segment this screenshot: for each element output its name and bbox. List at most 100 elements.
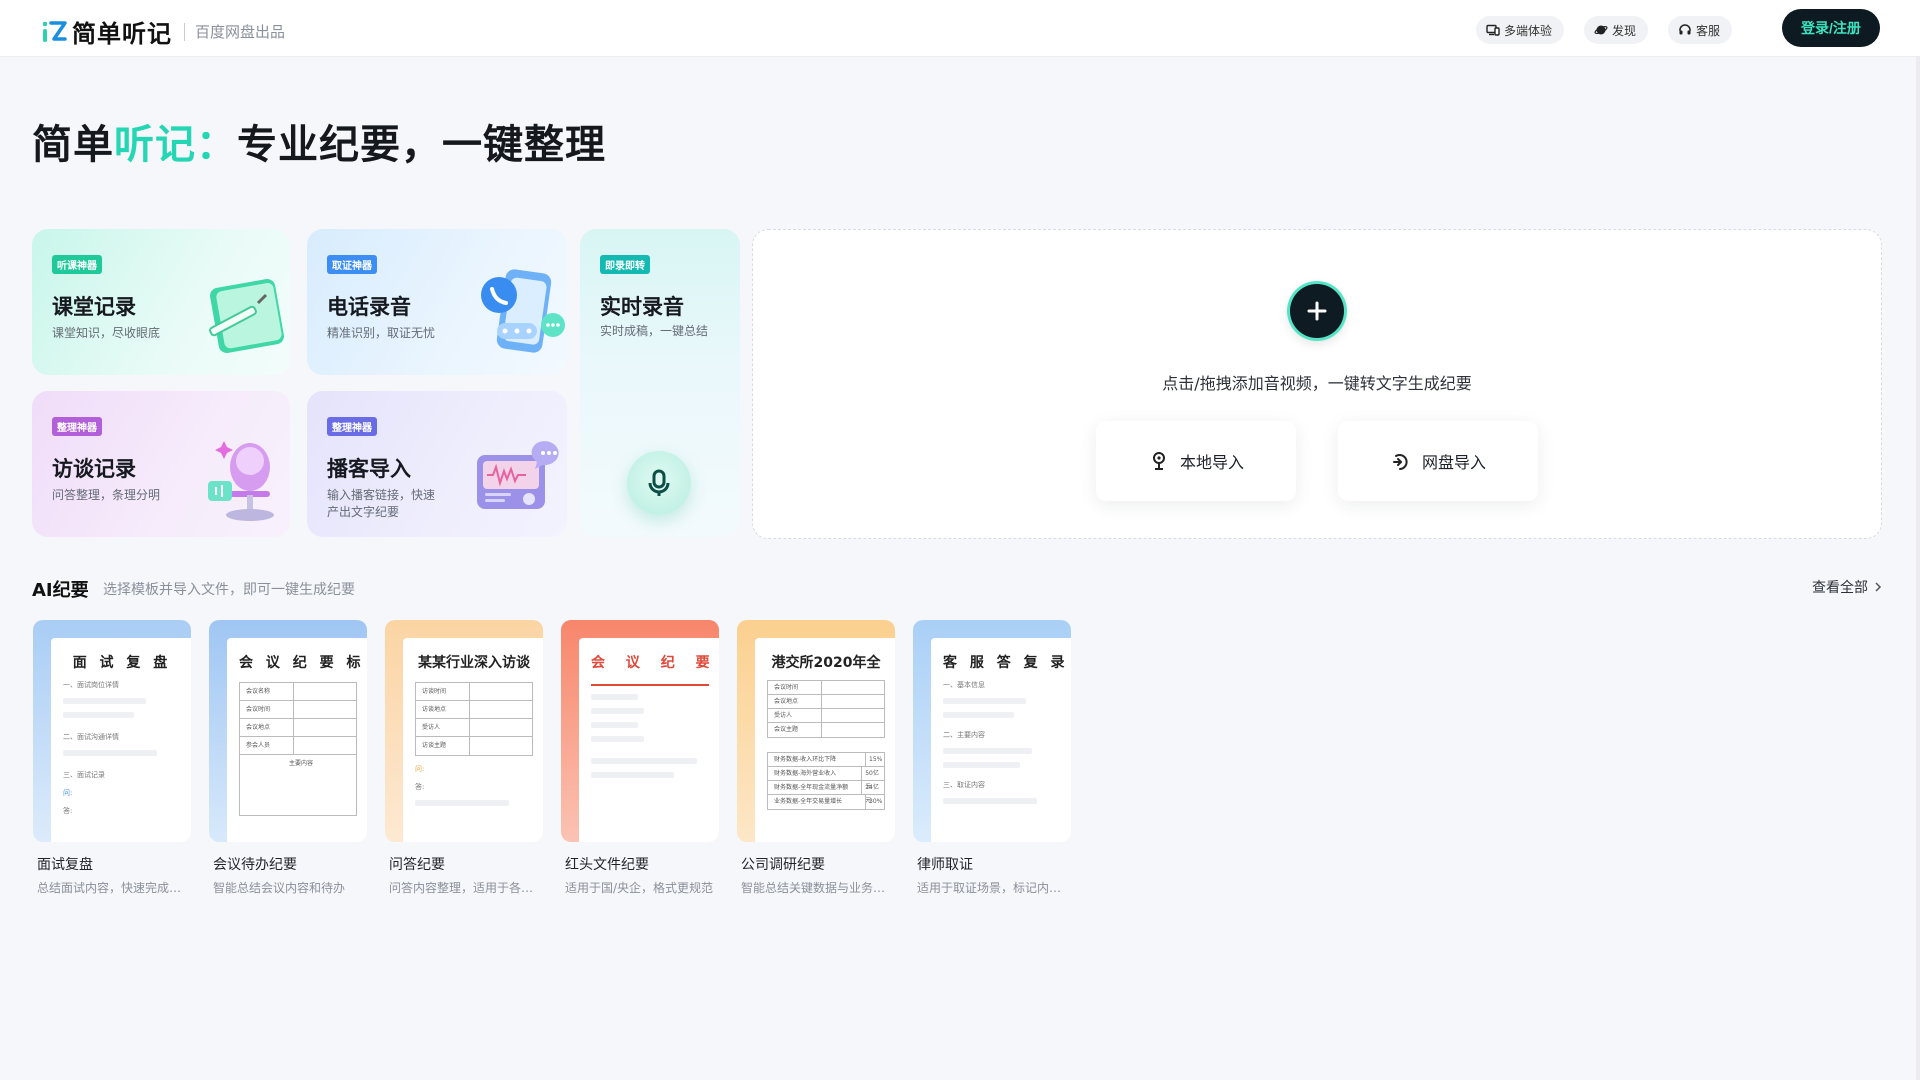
thumb-red-rule	[591, 684, 709, 686]
thumb-cell: 14亿元	[865, 784, 879, 804]
feature-card-live-recording[interactable]: 即录即转 实时录音 实时成稿，一键总结	[580, 229, 740, 537]
thumb-table-note: 主要内容	[288, 760, 313, 767]
template-card-red-header[interactable]: 会 议 纪 要 红头文件纪要 适用于国/央企，格式更规范	[561, 620, 719, 896]
thumb-cell: 会议地点	[774, 695, 822, 708]
template-desc: 智能总结关键数据与业务信息	[741, 881, 895, 895]
feature-desc: 课堂知识，尽收眼底	[52, 326, 161, 340]
add-file-button[interactable]	[1290, 284, 1344, 338]
template-thumbnail: 港交所2020年全 会议时间 会议地点 受访人 会议主题 财务数据-收入环比下降…	[737, 620, 895, 842]
thumb-table: 会议名称 会议时间 会议地点 参会人员 主要内容	[239, 682, 357, 816]
template-thumbnail: 会 议 纪 要	[561, 620, 719, 842]
feature-card-podcast-import[interactable]: 整理神器 播客导入 输入播客链接，快速 产出文字纪要	[307, 391, 567, 537]
logo-mark-icon	[43, 20, 67, 42]
top-header: 简单听记 百度网盘出品 多端体验 发现 客服 登录/注册	[0, 0, 1920, 56]
template-paper: 某某行业深入访谈 访谈时间 访谈地点 受访人 访谈主题 问: 答:	[403, 638, 543, 842]
phone-call-icon	[481, 269, 565, 353]
thumb-table-row: 访谈时间	[416, 683, 532, 701]
netdisk-import-button[interactable]: 网盘导入	[1338, 421, 1538, 501]
thumb-table-row: 财务数据-海外营业收入 50亿元	[768, 767, 884, 790]
thumb-table-row: 受访人	[416, 719, 532, 737]
feature-desc: 精准识别，取证无忧	[327, 326, 436, 340]
thumb-table-row: 业务数据-全年交易量增长 30%	[768, 795, 884, 809]
thumb-table-row: 会议地点	[768, 695, 884, 709]
hero-title-part3: 专业纪要，一键整理	[237, 122, 606, 168]
headset-icon	[1679, 24, 1691, 35]
ai-section-title: AI纪要	[32, 580, 89, 601]
local-import-button[interactable]: 本地导入	[1096, 421, 1296, 501]
thumb-line	[591, 736, 645, 742]
template-paper: 港交所2020年全 会议时间 会议地点 受访人 会议主题 财务数据-收入环比下降…	[755, 638, 895, 842]
feature-desc-line2: 产出文字纪要	[327, 505, 400, 519]
support-button[interactable]: 客服	[1668, 16, 1733, 44]
view-all-label: 查看全部	[1812, 580, 1868, 596]
hero-title-accent: 听记：	[114, 122, 237, 168]
logo-text: 简单听记	[72, 20, 172, 48]
feature-badge: 整理神器	[52, 417, 102, 436]
template-card-interview-review[interactable]: 面 试 复 盘 一、面试岗位详情 二、面试沟通详情 三、面试记录 问: 答: 面…	[33, 620, 191, 896]
thumb-cell: 会议主题	[774, 723, 822, 737]
page-scrollbar[interactable]	[1916, 56, 1920, 1080]
planet-icon	[1594, 25, 1608, 35]
thumb-title: 某某行业深入访谈	[418, 655, 530, 671]
thumb-table-row: 会议时间	[240, 701, 356, 719]
template-desc: 适用于取证场景，标记内容...	[917, 881, 1071, 895]
thumb-cell: 参会人员	[246, 737, 294, 754]
thumb-table-row: 会议地点	[240, 719, 356, 737]
thumb-line	[63, 698, 146, 704]
notebook-pen-icon	[209, 279, 284, 353]
template-desc: 总结面试内容，快速完成复盘	[37, 881, 191, 895]
thumb-cell: 50亿元	[865, 770, 879, 790]
template-card-lawyer-evidence[interactable]: 客 服 答 复 录 一、基本信息 二、主要内容 三、取证内容 律师取证 适用于取…	[913, 620, 1071, 896]
podcast-mic-icon	[208, 441, 274, 521]
template-name: 律师取证	[917, 857, 973, 873]
thumb-line	[943, 712, 1014, 718]
upload-dropzone[interactable]: 点击/拖拽添加音视频，一键转文字生成纪要 本地导入 网盘导入	[752, 229, 1882, 539]
upload-hint: 点击/拖拽添加音视频，一键转文字生成纪要	[1162, 374, 1472, 393]
feature-card-phone-recording[interactable]: 取证神器 电话录音 精准识别，取证无忧	[307, 229, 567, 375]
thumb-table-row: 会议主题	[768, 723, 884, 737]
thumb-table: 会议时间 会议地点 受访人 会议主题	[767, 680, 885, 738]
thumb-cell: 财务数据-海外营业收入	[774, 767, 863, 780]
thumb-line	[63, 750, 158, 756]
discover-button[interactable]: 发现	[1584, 16, 1649, 44]
feature-desc-line1: 输入播客链接，快速	[327, 488, 436, 502]
thumb-line	[591, 722, 639, 728]
multi-device-label: 多端体验	[1504, 23, 1553, 38]
thumb-question: 问:	[63, 789, 73, 797]
feature-badge: 取证神器	[327, 255, 377, 274]
thumb-cell: 30%	[869, 798, 883, 805]
feature-title: 课堂记录	[52, 295, 136, 319]
template-card-meeting-todo[interactable]: 会 议 纪 要 标 准 会议名称 会议时间 会议地点 参会人员 主要内容 会议待…	[209, 620, 367, 896]
start-recording-button[interactable]	[627, 451, 691, 515]
login-register-button[interactable]: 登录/注册	[1782, 9, 1880, 47]
thumb-question: 问:	[415, 765, 425, 773]
template-paper: 面 试 复 盘 一、面试岗位详情 二、面试沟通详情 三、面试记录 问: 答:	[51, 638, 191, 842]
multi-device-button[interactable]: 多端体验	[1476, 16, 1565, 44]
feature-card-classroom[interactable]: 听课神器 课堂记录 课堂知识，尽收眼底	[32, 229, 290, 375]
thumb-section: 二、主要内容	[943, 731, 985, 739]
thumb-table-row: 参会人员	[240, 737, 356, 755]
template-card-company-research[interactable]: 港交所2020年全 会议时间 会议地点 受访人 会议主题 财务数据-收入环比下降…	[737, 620, 895, 896]
discover-label: 发现	[1612, 23, 1637, 38]
thumb-cell: 业务数据-全年交易量增长	[774, 795, 866, 809]
template-thumbnail: 某某行业深入访谈 访谈时间 访谈地点 受访人 访谈主题 问: 答:	[385, 620, 543, 842]
template-name: 面试复盘	[37, 857, 93, 873]
template-card-qa[interactable]: 某某行业深入访谈 访谈时间 访谈地点 受访人 访谈主题 问: 答: 问答纪要 问…	[385, 620, 543, 896]
thumb-table-row: 财务数据-收入环比下降 15%	[768, 753, 884, 767]
thumb-line	[943, 698, 1026, 704]
feature-card-interview[interactable]: 整理神器 访谈记录 问答整理，条理分明	[32, 391, 290, 537]
thumb-title: 客 服 答 复 录	[943, 655, 1069, 671]
thumb-cell: 访谈主题	[422, 737, 470, 755]
template-name: 会议待办纪要	[213, 857, 297, 873]
feature-title: 播客导入	[327, 457, 411, 481]
view-all-link[interactable]: 查看全部	[1812, 577, 1882, 597]
thumb-cell: 受访人	[422, 719, 470, 736]
hero-title-part1: 简单	[32, 122, 114, 168]
thumb-table: 访谈时间 访谈地点 受访人 访谈主题	[415, 682, 533, 756]
thumb-title: 面 试 复 盘	[72, 655, 172, 671]
logo[interactable]: 简单听记 百度网盘出品	[40, 14, 285, 49]
logo-divider	[184, 22, 185, 41]
feature-desc: 实时成稿，一键总结	[600, 324, 709, 338]
thumb-table-row: 财务数据-全年现金流量净额 14亿元	[768, 781, 884, 804]
feature-title: 访谈记录	[52, 457, 136, 481]
